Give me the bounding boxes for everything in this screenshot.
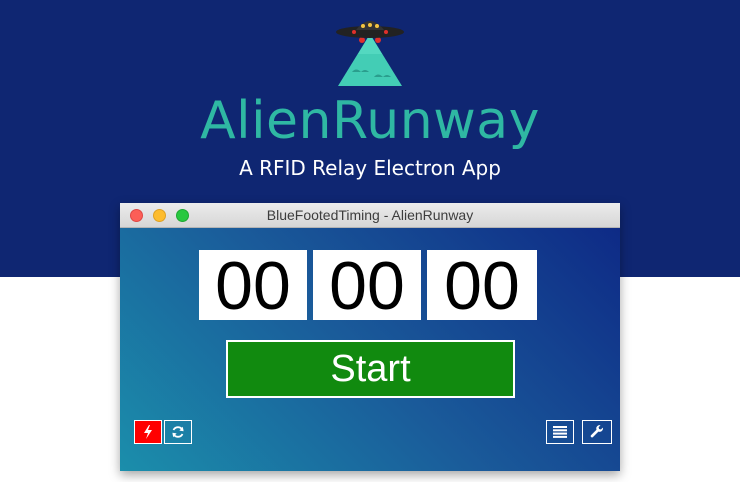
window-titlebar[interactable]: BlueFootedTiming - AlienRunway xyxy=(120,203,620,228)
list-button[interactable] xyxy=(546,420,574,444)
app-title: AlienRunway xyxy=(200,91,540,151)
settings-button[interactable] xyxy=(582,420,612,444)
bolt-icon xyxy=(144,425,152,439)
list-icon xyxy=(553,426,567,438)
seconds-display: 00 xyxy=(427,248,537,324)
hours-display: 00 xyxy=(199,248,307,324)
window-title: BlueFootedTiming - AlienRunway xyxy=(266,207,474,223)
refresh-icon xyxy=(172,426,184,438)
refresh-button[interactable] xyxy=(164,420,192,444)
app-subtitle: A RFID Relay Electron App xyxy=(239,156,501,180)
wrench-icon xyxy=(590,425,603,438)
minutes-display: 00 xyxy=(313,248,421,324)
ufo-logo-icon xyxy=(336,21,404,86)
hours-value: 00 xyxy=(215,248,291,324)
start-button[interactable]: Start xyxy=(226,340,515,398)
timer-panel: 00 00 00 Start xyxy=(120,228,620,471)
app-window: BlueFootedTiming - AlienRunway 00 00 00 … xyxy=(120,203,620,471)
power-button[interactable] xyxy=(134,420,162,444)
minutes-value: 00 xyxy=(329,248,405,324)
seconds-value: 00 xyxy=(444,248,520,324)
